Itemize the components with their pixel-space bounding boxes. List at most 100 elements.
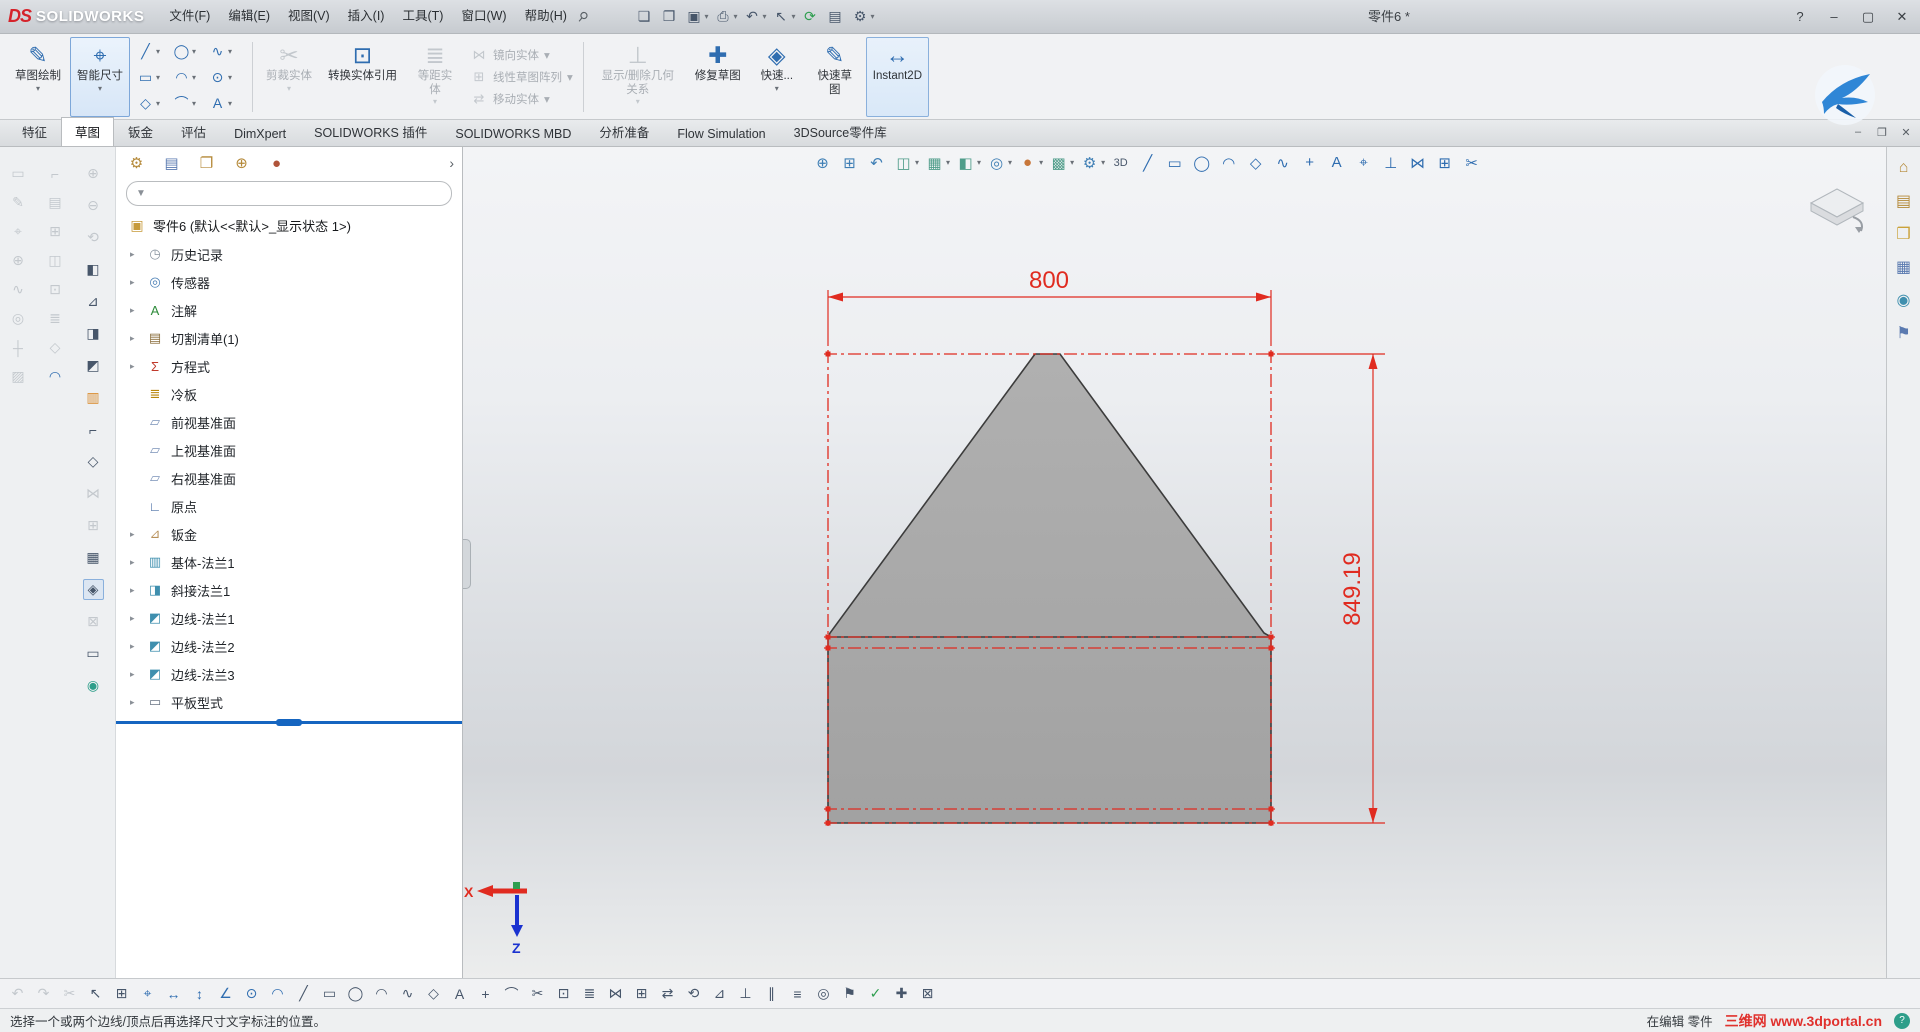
diameter-dimension-icon[interactable]: ⊙ — [241, 983, 262, 1004]
dropdown-arrow-icon[interactable]: ▾ — [228, 47, 232, 56]
dropdown-arrow-icon[interactable]: ▾ — [977, 158, 981, 167]
extruded-boss-icon[interactable]: ⊕ — [83, 163, 104, 184]
weld-symbol-icon[interactable]: ∿ — [8, 279, 29, 300]
dropdown-arrow-icon[interactable]: ▾ — [433, 97, 437, 106]
propertymanager-tab-icon[interactable]: ▤ — [161, 153, 182, 174]
jog-tool-icon[interactable]: ◇ — [83, 451, 104, 472]
dropdown-arrow-icon[interactable]: ▾ — [704, 12, 708, 21]
menu-window[interactable]: 窗口(W) — [452, 0, 515, 33]
design-library-icon[interactable]: ▤ — [1893, 190, 1914, 211]
menu-insert[interactable]: 插入(I) — [339, 0, 394, 33]
save-icon[interactable]: ▣ — [683, 6, 704, 27]
sketch-circle-icon[interactable]: ◯ — [1190, 151, 1213, 174]
redo-icon[interactable]: ↷ — [33, 983, 54, 1004]
menu-pin-icon[interactable]: ⚲ — [574, 7, 592, 25]
tree-item[interactable]: ▸ ◷ 历史记录 — [116, 240, 462, 268]
undo-icon[interactable]: ↶ — [7, 983, 28, 1004]
tree-item[interactable]: ▱ 上视基准面 — [116, 436, 462, 464]
datum-feature-icon[interactable]: ⊕ — [8, 250, 29, 271]
options-icon[interactable]: ⚙ — [850, 6, 871, 27]
open-document-icon[interactable]: ❐ — [658, 6, 679, 27]
expand-arrow-icon[interactable]: ▸ — [130, 613, 145, 624]
tab-3dsource-library[interactable]: 3DSource零件库 — [780, 117, 901, 146]
ellipse-tool-icon[interactable]: ⊙ — [207, 67, 228, 88]
menu-tools[interactable]: 工具(T) — [393, 0, 452, 33]
configurationmanager-tab-icon[interactable]: ❐ — [196, 153, 217, 174]
dropdown-arrow-icon[interactable]: ▾ — [544, 48, 550, 62]
unfold-tool-icon[interactable]: ◈ — [82, 579, 104, 600]
dropdown-arrow-icon[interactable]: ▾ — [228, 73, 232, 82]
tree-item[interactable]: ▸ ◩ 边线-法兰3 — [116, 660, 462, 688]
help-button[interactable]: ? — [1792, 0, 1808, 34]
text-tool-icon[interactable]: A — [449, 983, 470, 1004]
apply-scene-icon[interactable]: ▩ — [1047, 151, 1070, 174]
3d-sketch-icon[interactable]: 3D — [1109, 151, 1132, 174]
balloon-icon[interactable]: ◎ — [8, 308, 29, 329]
dropdown-arrow-icon[interactable]: ▾ — [1039, 158, 1043, 167]
sketch-rectangle-icon[interactable]: ▭ — [1163, 151, 1186, 174]
height-dimension[interactable] — [1277, 353, 1385, 824]
tab-flow-simulation[interactable]: Flow Simulation — [663, 122, 779, 146]
width-dimension-value[interactable]: 800 — [1029, 267, 1069, 294]
sketch-line-icon[interactable]: ╱ — [1136, 151, 1159, 174]
maximize-button[interactable]: ▢ — [1860, 0, 1876, 34]
extruded-cut-icon[interactable]: ⊖ — [83, 195, 104, 216]
circle-tool-icon[interactable]: ◯ — [171, 41, 192, 62]
rib-tool-icon[interactable]: ▦ — [83, 547, 104, 568]
convert-entities-button[interactable]: ⊡ 转换实体引用 — [321, 37, 404, 117]
file-explorer-icon[interactable]: ❒ — [1893, 223, 1914, 244]
tree-root-item[interactable]: ▣ 零件6 (默认<<默认>_显示状态 1>) — [116, 210, 462, 240]
tree-item[interactable]: ▸ ▭ 平板型式 — [116, 688, 462, 716]
tab-solidworks-addins[interactable]: SOLIDWORKS 插件 — [300, 117, 441, 146]
move-entities-icon[interactable]: ⇄ — [657, 983, 678, 1004]
note-tool-icon[interactable]: ▭ — [8, 163, 29, 184]
doc-close-icon[interactable]: ✕ — [1898, 124, 1914, 140]
fillet-tool-icon[interactable]: ⌒ — [171, 93, 192, 114]
expand-arrow-icon[interactable]: ▸ — [130, 585, 145, 596]
sketch-text-icon[interactable]: A — [1325, 151, 1348, 174]
sketch-spline-icon[interactable]: ∿ — [1271, 151, 1294, 174]
coincident-relation-icon[interactable]: ≡ — [787, 983, 808, 1004]
zoom-area-icon[interactable]: ⊞ — [838, 151, 861, 174]
vertical-dimension-icon[interactable]: ↕ — [189, 983, 210, 1004]
file-properties-icon[interactable]: ▤ — [825, 6, 846, 27]
view-settings-icon[interactable]: ⚙ — [1078, 151, 1101, 174]
offset-entities-button[interactable]: ≣ 等距实体 ▾ — [406, 37, 464, 117]
point-tool-icon[interactable]: + — [475, 983, 496, 1004]
edit-appearance-icon[interactable]: ● — [1016, 151, 1039, 174]
expand-arrow-icon[interactable]: ▸ — [130, 669, 145, 680]
graphics-area[interactable]: 800 849.19 X Z ⊕ ⊞ ↶ ◫ ▾ ▦ ▾ ◧ ▾ ◎ ▾ ● ▾… — [463, 147, 1886, 978]
menu-view[interactable]: 视图(V) — [279, 0, 339, 33]
previous-view-icon[interactable]: ↶ — [865, 151, 888, 174]
arc-tool-icon[interactable]: ◠ — [171, 67, 192, 88]
dropdown-arrow-icon[interactable]: ▾ — [36, 84, 40, 93]
dropdown-arrow-icon[interactable]: ▾ — [733, 12, 737, 21]
trim-entities-button[interactable]: ✂ 剪裁实体 ▾ — [259, 37, 319, 117]
height-dimension-value[interactable]: 849.19 — [1339, 552, 1366, 625]
collapse-panel-icon[interactable]: › — [449, 155, 454, 171]
dropdown-arrow-icon[interactable]: ▾ — [1101, 158, 1105, 167]
quick-tips-icon[interactable]: ? — [1894, 1012, 1910, 1029]
snap-grid-icon[interactable]: ⊞ — [111, 983, 132, 1004]
center-mark-icon[interactable]: ┼ — [8, 337, 29, 358]
sketch-arc-icon[interactable]: ◠ — [1217, 151, 1240, 174]
trim-tool-icon[interactable]: ✂ — [527, 983, 548, 1004]
select-icon[interactable]: ↖ — [771, 6, 792, 27]
instant2d-button[interactable]: ↔ Instant2D — [865, 37, 930, 117]
dimxpertmanager-tab-icon[interactable]: ⊕ — [231, 153, 252, 174]
sketch-canvas[interactable]: 800 849.19 X Z — [463, 147, 1886, 978]
expand-arrow-icon[interactable]: ▸ — [130, 333, 145, 344]
line-tool-icon[interactable]: ╱ — [135, 41, 156, 62]
repair-sketch-button[interactable]: ✚ 修复草图 — [688, 37, 748, 117]
offset-entities-icon[interactable]: ≣ — [579, 983, 600, 1004]
view-palette-icon[interactable]: ▦ — [1893, 256, 1914, 277]
dropdown-arrow-icon[interactable]: ▾ — [636, 97, 640, 106]
table-tool-icon[interactable]: ▤ — [45, 192, 66, 213]
dropdown-arrow-icon[interactable]: ▾ — [567, 70, 573, 84]
sketch-pattern-icon[interactable]: ⊞ — [1433, 151, 1456, 174]
dropdown-arrow-icon[interactable]: ▾ — [287, 84, 291, 93]
new-document-icon[interactable]: ❏ — [633, 6, 654, 27]
menu-edit[interactable]: 编辑(E) — [219, 0, 279, 33]
tree-item[interactable]: ▸ A 注解 — [116, 296, 462, 324]
tree-item[interactable]: ▸ ⊿ 钣金 — [116, 520, 462, 548]
